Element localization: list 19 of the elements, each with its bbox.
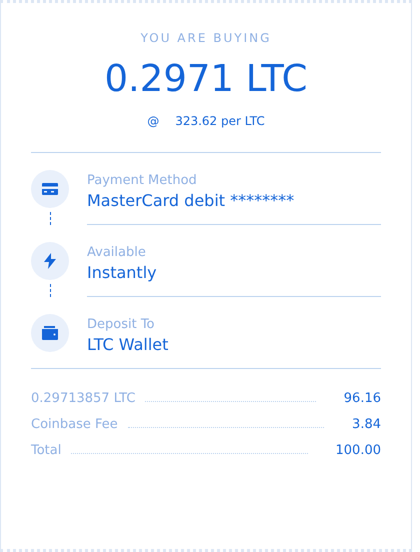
step-label: Payment Method	[87, 173, 198, 188]
at-symbol: @	[147, 114, 160, 128]
summary-value: 3.84	[352, 417, 381, 432]
step-label: Available	[87, 245, 147, 260]
step-label: Deposit To	[87, 317, 156, 332]
wallet-icon	[42, 326, 58, 340]
purchase-amount: 0.2971 LTC	[104, 57, 308, 100]
summary-label: Coinbase Fee	[31, 417, 118, 432]
summary-label: Total	[31, 443, 62, 458]
summary-value: 100.00	[336, 443, 381, 458]
summary-value: 96.16	[344, 391, 381, 406]
step-value: Instantly	[87, 263, 158, 282]
lightning-icon	[44, 253, 56, 269]
credit-card-icon	[42, 183, 58, 195]
exchange-rate: 323.62 per LTC	[175, 114, 265, 128]
step-value: MasterCard debit ********	[87, 191, 296, 210]
summary-label: 0.29713857 LTC	[31, 391, 136, 406]
step-value: LTC Wallet	[87, 335, 170, 354]
header-label: YOU ARE BUYING	[140, 31, 272, 45]
